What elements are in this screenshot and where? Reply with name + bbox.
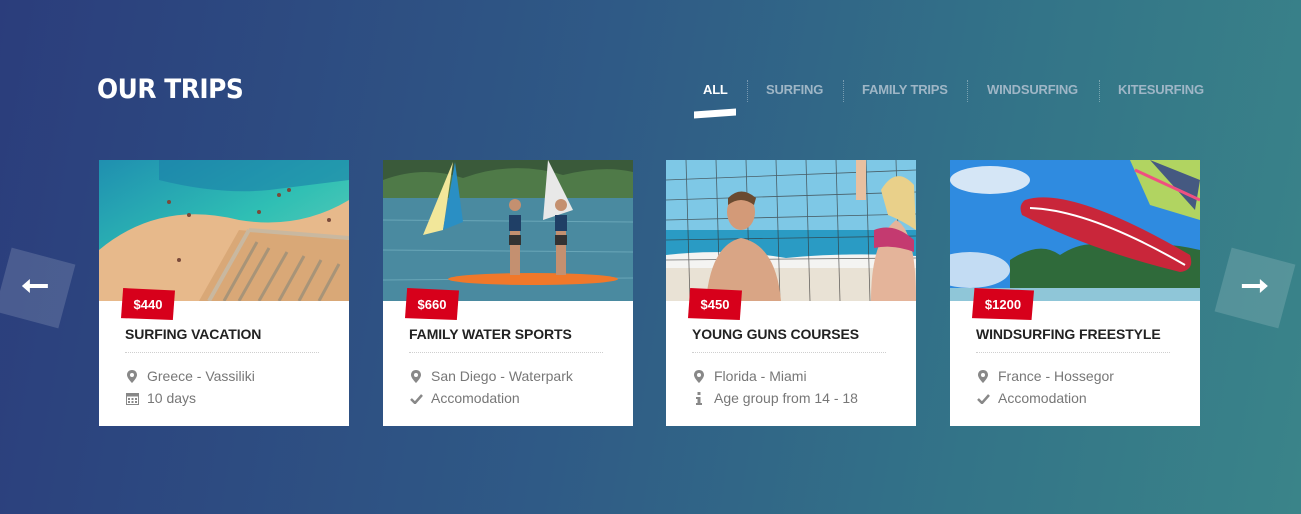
trip-location: Greece - Vassiliki [125,368,255,384]
trip-feature-text: Accomodation [431,390,520,406]
trip-card[interactable]: $1200 WINDSURFING FREESTYLE France - Hos… [950,160,1200,426]
trip-card[interactable]: $450 YOUNG GUNS COURSES Florida - Miami … [666,160,916,426]
filter-divider [967,80,968,102]
trip-card[interactable]: $440 SURFING VACATION Greece - Vassiliki… [99,160,349,426]
section-title: OUR TRIPS [97,74,244,105]
price-badge: $1200 [972,288,1034,320]
trip-location: France - Hossegor [976,368,1114,384]
trip-location-text: Florida - Miami [714,368,807,384]
price-badge: $440 [121,288,175,320]
filter-kitesurfing[interactable]: KITESURFING [1118,82,1204,97]
trip-location-text: San Diego - Waterpark [431,368,573,384]
trip-location: San Diego - Waterpark [409,368,573,384]
dotted-divider [976,352,1170,353]
next-button[interactable] [1214,247,1296,329]
check-icon [409,391,423,405]
trip-name[interactable]: SURFING VACATION [125,326,261,342]
check-icon [976,391,990,405]
filter-surfing[interactable]: SURFING [766,82,823,97]
calendar-icon [125,391,139,405]
map-marker-icon [409,369,423,383]
trip-feature: Accomodation [409,390,520,406]
filter-divider [843,80,844,102]
map-marker-icon [976,369,990,383]
dotted-divider [692,352,886,353]
paddleboard-lake-photo [383,160,633,301]
filter-divider [1099,80,1100,102]
trip-feature-text: Age group from 14 - 18 [714,390,858,406]
dotted-divider [125,352,319,353]
map-marker-icon [125,369,139,383]
trip-feature: Age group from 14 - 18 [692,390,858,406]
trip-location-text: Greece - Vassiliki [147,368,255,384]
beach-stairs-photo [99,160,349,301]
arrow-left-icon [20,278,50,299]
trip-feature: Accomodation [976,390,1087,406]
arrow-right-icon [1240,278,1270,299]
dotted-divider [409,352,603,353]
filter-windsurfing[interactable]: WINDSURFING [987,82,1078,97]
trip-location-text: France - Hossegor [998,368,1114,384]
trip-card[interactable]: $660 FAMILY WATER SPORTS San Diego - Wat… [383,160,633,426]
prev-button[interactable] [0,247,76,329]
trip-location: Florida - Miami [692,368,807,384]
beach-volleyball-photo [666,160,916,301]
windsurf-jump-photo [950,160,1200,301]
trip-name[interactable]: FAMILY WATER SPORTS [409,326,572,342]
trip-duration: 10 days [125,390,196,406]
filter-divider [747,80,748,102]
info-icon [692,391,706,405]
filter-all[interactable]: ALL [703,82,728,97]
active-filter-underline [694,108,736,119]
trip-name[interactable]: WINDSURFING FREESTYLE [976,326,1161,342]
trip-feature-text: Accomodation [998,390,1087,406]
trip-duration-text: 10 days [147,390,197,406]
map-marker-icon [692,369,706,383]
trip-name[interactable]: YOUNG GUNS COURSES [692,326,859,342]
filter-family-trips[interactable]: FAMILY TRIPS [862,82,948,97]
price-badge: $450 [688,288,742,320]
price-badge: $660 [405,288,459,320]
